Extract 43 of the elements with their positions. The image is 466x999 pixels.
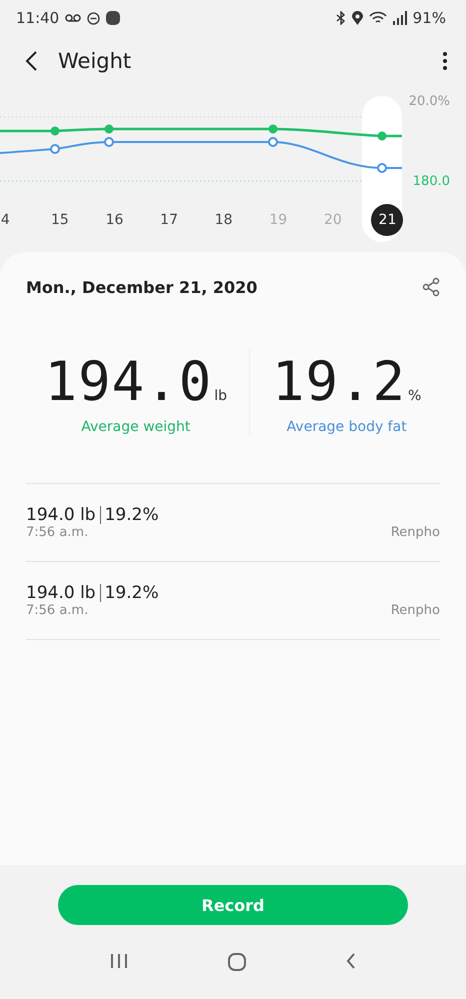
day-label[interactable]: 16 [98, 204, 130, 236]
device-source: Renpho [390, 525, 440, 540]
body-fat-point [104, 137, 114, 147]
metric-label: Average body fat [286, 419, 407, 435]
weight-point [378, 132, 386, 140]
day-label[interactable]: 17 [153, 204, 186, 236]
more-options-icon[interactable] [442, 51, 448, 71]
day-label[interactable]: 15 [44, 204, 76, 236]
axis-label: 20.0% [408, 94, 450, 109]
signal-icon [392, 11, 407, 25]
page-title: Weight [58, 49, 132, 73]
battery-level: 91% [412, 9, 446, 27]
body-fat-point [50, 144, 60, 154]
share-icon[interactable] [422, 277, 440, 297]
metric-value: 19.2 [272, 350, 406, 413]
app-badge-icon [106, 11, 120, 25]
wifi-icon [368, 11, 387, 25]
measurement-text: 194.0 lb 19.2% [26, 505, 159, 525]
date-heading: Mon., December 21, 2020 [26, 278, 258, 296]
body-fat-point [268, 137, 278, 147]
voicemail-icon [65, 13, 82, 23]
weight-point [268, 124, 278, 134]
day-label[interactable]: 18 [208, 204, 240, 236]
location-icon [352, 11, 363, 25]
metric-unit: lb [214, 388, 227, 404]
home-icon[interactable] [228, 953, 246, 971]
bluetooth-icon [336, 11, 346, 25]
body-fat-point [377, 163, 387, 173]
recent-apps-icon[interactable] [110, 953, 128, 969]
metric-value: 194.0 [44, 350, 212, 413]
back-icon[interactable] [24, 50, 38, 72]
measurement-time: 7:56 a.m. [26, 603, 88, 618]
weight-point [104, 124, 114, 134]
metric-unit: % [408, 388, 422, 404]
weight-point [50, 126, 60, 136]
measurement-time: 7:56 a.m. [26, 525, 88, 540]
measurement-text: 194.0 lb 19.2% [26, 583, 159, 603]
axis-label: 180.0 [412, 174, 450, 189]
do-not-disturb-icon [87, 12, 100, 24]
status-time: 11:40 [16, 9, 60, 27]
metric-label: Average weight [81, 419, 190, 435]
device-source: Renpho [390, 603, 440, 618]
day-label[interactable]: 4 [0, 204, 22, 236]
